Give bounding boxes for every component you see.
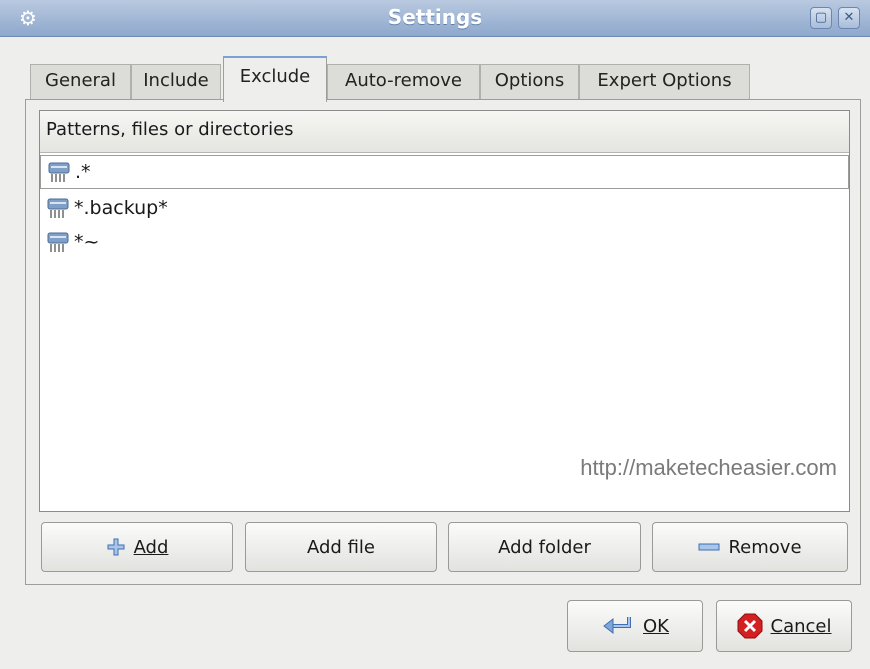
return-arrow-icon — [603, 617, 631, 635]
patterns-list[interactable]: Patterns, files or directories .* *.back… — [39, 110, 850, 512]
list-item[interactable]: *~ — [40, 225, 849, 259]
remove-button[interactable]: Remove — [652, 522, 848, 572]
restore-icon[interactable]: ▢ — [810, 7, 832, 29]
add-file-button[interactable]: Add file — [245, 522, 437, 572]
minus-icon — [698, 543, 720, 551]
list-item[interactable]: *.backup* — [40, 191, 849, 225]
close-icon[interactable]: ✕ — [838, 7, 860, 29]
add-button-label: Add — [133, 536, 169, 558]
add-file-button-label: Add file — [307, 536, 375, 558]
add-folder-button-label: Add folder — [498, 536, 591, 558]
cancel-button[interactable]: Cancel — [716, 600, 852, 652]
shredder-icon — [47, 232, 69, 252]
list-item-text: *~ — [74, 231, 100, 253]
remove-button-label: Remove — [728, 536, 802, 558]
list-item[interactable]: .* — [40, 155, 849, 189]
cancel-button-label: Cancel — [770, 615, 832, 637]
list-item-text: *.backup* — [74, 197, 168, 219]
add-folder-button[interactable]: Add folder — [448, 522, 641, 572]
shredder-icon — [48, 162, 70, 182]
ok-button-label: OK — [643, 615, 669, 637]
tab-include[interactable]: Include — [131, 64, 221, 100]
title-bar: ⚙ Settings ▢ ✕ — [0, 0, 870, 37]
list-item-text: .* — [75, 161, 91, 183]
window-title: Settings — [387, 5, 483, 29]
watermark: http://maketecheasier.com — [580, 455, 837, 480]
tab-options[interactable]: Options — [480, 64, 579, 100]
add-button[interactable]: Add — [41, 522, 233, 572]
shredder-icon — [47, 198, 69, 218]
tab-expert-options[interactable]: Expert Options — [579, 64, 750, 100]
cancel-icon — [737, 613, 762, 639]
ok-button[interactable]: OK — [567, 600, 703, 652]
tab-general[interactable]: General — [30, 64, 131, 100]
column-header[interactable]: Patterns, files or directories — [40, 111, 849, 153]
tab-auto-remove[interactable]: Auto-remove — [327, 64, 480, 100]
tab-exclude[interactable]: Exclude — [223, 56, 327, 102]
plus-icon — [107, 538, 125, 556]
